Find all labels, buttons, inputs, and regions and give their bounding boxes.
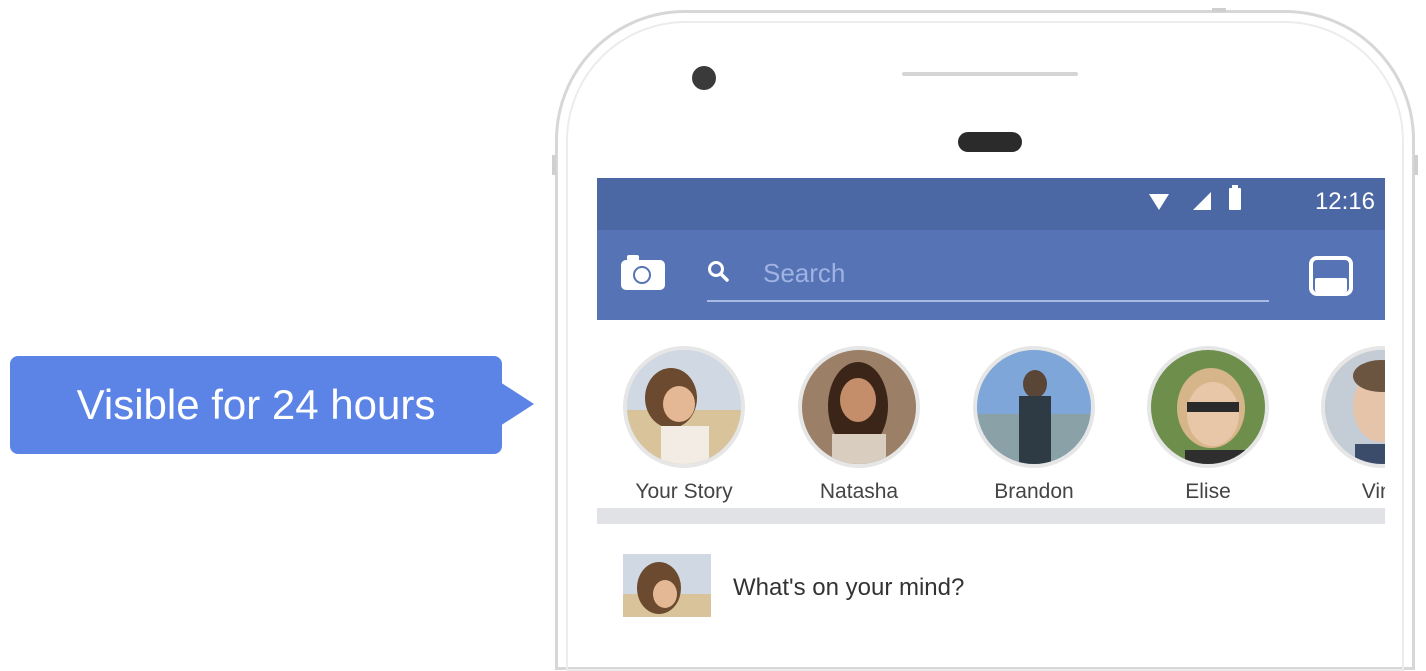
inbox-icon[interactable] xyxy=(1309,256,1353,296)
side-button-right xyxy=(1414,155,1418,175)
avatar xyxy=(973,346,1095,468)
story-label: Natasha xyxy=(819,480,899,503)
avatar xyxy=(1147,346,1269,468)
story-your-story[interactable]: Your Story xyxy=(609,346,759,504)
story-label: Elise xyxy=(1185,480,1231,503)
story-elise[interactable]: Elise xyxy=(1133,346,1283,504)
status-bar: 12:16 xyxy=(597,178,1385,230)
search-icon xyxy=(708,261,729,282)
top-nav-bar: Search xyxy=(597,230,1385,320)
avatar xyxy=(623,346,745,468)
status-composer[interactable]: What's on your mind? xyxy=(597,524,1385,617)
callout-bubble: Visible for 24 hours xyxy=(10,356,534,454)
camera-icon[interactable] xyxy=(621,255,665,290)
search-placeholder: Search xyxy=(763,258,846,288)
story-brandon[interactable]: Brandon xyxy=(959,346,1109,504)
story-label: Vinc xyxy=(1361,480,1385,503)
feed-divider xyxy=(597,508,1385,524)
signal-icon xyxy=(1193,192,1211,210)
app-screen: 12:16 Search Your Story Natasha Brandon … xyxy=(597,178,1385,617)
top-button xyxy=(1212,8,1226,12)
front-camera xyxy=(692,66,716,90)
avatar xyxy=(1321,346,1385,468)
story-label: Your Story xyxy=(635,480,733,503)
story-natasha[interactable]: Natasha xyxy=(784,346,934,504)
story-vinc[interactable]: Vinc xyxy=(1307,346,1385,504)
avatar xyxy=(798,346,920,468)
story-label: Brandon xyxy=(994,480,1074,503)
composer-prompt[interactable]: What's on your mind? xyxy=(733,574,964,602)
wifi-icon xyxy=(1149,194,1169,210)
callout-text: Visible for 24 hours xyxy=(76,381,436,428)
side-button-left xyxy=(552,155,556,175)
avatar xyxy=(623,554,711,617)
search-input[interactable]: Search xyxy=(707,254,1269,302)
stories-tray: Your Story Natasha Brandon Elise Vi xyxy=(597,320,1385,508)
sensor-line xyxy=(902,72,1078,76)
earpiece-speaker xyxy=(958,132,1022,152)
status-time: 12:16 xyxy=(1314,188,1375,215)
battery-icon xyxy=(1229,185,1241,210)
